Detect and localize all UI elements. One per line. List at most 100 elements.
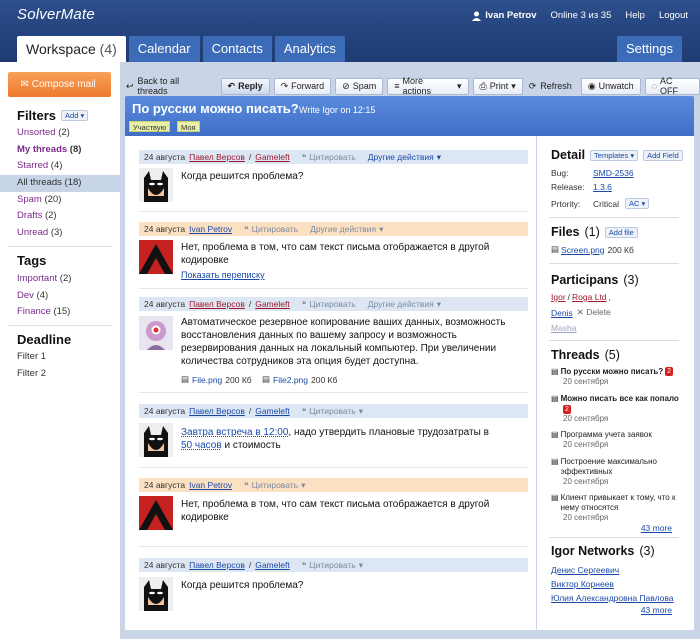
quote-button[interactable]: ❝ Цитировать <box>302 297 356 311</box>
participant-company-link[interactable]: Roga Ltd <box>572 292 607 302</box>
attachment[interactable]: ▤ File.png 200 Кб <box>181 374 252 385</box>
priority-ac-dropdown[interactable]: AC ▾ <box>624 198 650 209</box>
release-link[interactable]: 1.3.6 <box>593 182 612 192</box>
tag-important[interactable]: Important (2) <box>0 271 120 288</box>
network-person-link[interactable]: Юлия Александровна Павлова <box>551 593 674 603</box>
creature-avatar <box>139 316 173 350</box>
add-file-button[interactable]: Add file <box>604 226 638 238</box>
logout-link[interactable]: Logout <box>659 10 688 21</box>
tab-calendar[interactable]: Calendar <box>128 36 200 62</box>
participant-row: Denis ✕ Delete <box>551 307 611 318</box>
refresh-link[interactable]: ⟳ Refresh <box>529 81 572 92</box>
filter-drafts[interactable]: Drafts (2) <box>0 208 120 225</box>
reply-button[interactable]: ↶ Reply <box>220 77 270 95</box>
thread-item[interactable]: ▤ Программа учета заявок 20 сентября <box>551 430 679 450</box>
message-author-link[interactable]: Ivan Petrov <box>189 222 232 236</box>
network-person-link[interactable]: Денис Сергеевич <box>551 565 619 575</box>
bug-link[interactable]: SMD-2536 <box>593 168 634 178</box>
show-conversation-link[interactable]: Показать переписку <box>181 269 511 282</box>
participant-link[interactable]: Denis <box>551 308 573 318</box>
threads-more-link[interactable]: 43 more <box>641 523 672 533</box>
company-link[interactable]: Gameleft <box>255 150 290 164</box>
message-header: 24 августа Павел Версов / Gameleft ❝ Цитиро… <box>139 297 528 311</box>
attachment[interactable]: ▤ File2.png 200 Кб <box>262 374 337 385</box>
company-link[interactable]: Gameleft <box>255 404 290 418</box>
deadline-filter-2[interactable]: Filter 2 <box>0 366 120 383</box>
user-name: Ivan Petrov <box>485 10 537 21</box>
tag-dev[interactable]: Dev (4) <box>0 288 120 305</box>
message-author-link[interactable]: Павел Версов <box>189 297 245 311</box>
message-author-link[interactable]: Ivan Petrov <box>189 478 232 492</box>
other-actions-dropdown[interactable]: Другие действия ▾ <box>368 297 441 311</box>
add-field-button[interactable]: Add Field <box>643 149 683 161</box>
filter-unread[interactable]: Unread (3) <box>0 225 120 242</box>
participant-row: Igor / Roga Ltd, <box>551 292 611 302</box>
templates-dropdown[interactable]: Templates ▾ <box>590 149 639 161</box>
filter-spam[interactable]: Spam (20) <box>0 192 120 209</box>
tag-participating[interactable]: Участвую <box>129 121 171 132</box>
filter-starred[interactable]: Starred (4) <box>0 158 120 175</box>
file-icon: ▤ <box>551 244 560 254</box>
network-person-link[interactable]: Виктор Корнеев <box>551 579 614 589</box>
tab-settings[interactable]: Settings <box>617 36 682 62</box>
delete-participant-button[interactable]: ✕ Delete <box>577 307 611 318</box>
ac-off-button[interactable]: ◌ AC OFF <box>644 76 700 96</box>
spam-icon: ⊘ <box>342 80 350 91</box>
deadline-filter-1[interactable]: Filter 1 <box>0 349 120 366</box>
network-person: Юлия Александровна Павлова <box>551 593 674 603</box>
unwatch-button[interactable]: ◉ Unwatch <box>580 77 641 95</box>
compose-mail-button[interactable]: ✉ Compose mail <box>8 72 111 97</box>
bug-row: Bug: SMD-2536 <box>551 168 634 178</box>
quote-button[interactable]: ❝ Цитировать ▾ <box>302 558 363 572</box>
app-logo[interactable]: SolverMate <box>17 6 95 23</box>
more-actions-button[interactable]: ≡ More actions ▾ <box>387 76 469 96</box>
participant-link[interactable]: Igor <box>551 292 566 302</box>
divider <box>139 546 528 547</box>
filter-my-threads[interactable]: My threads (8) <box>0 142 120 159</box>
company-link[interactable]: Gameleft <box>255 297 290 311</box>
other-actions-dropdown[interactable]: Другие действия ▾ <box>368 150 441 164</box>
network-more-link[interactable]: 43 more <box>641 605 672 615</box>
quote-button[interactable]: ❝ Цитировать <box>302 150 356 164</box>
tag-mine[interactable]: Моя <box>177 121 200 132</box>
back-to-threads-link[interactable]: ↩ Back to all threads <box>126 76 212 96</box>
filter-unsorted[interactable]: Unsorted (2) <box>0 125 120 142</box>
message-author-link[interactable]: Павел Версов <box>189 150 245 164</box>
company-link[interactable]: Gameleft <box>255 558 290 572</box>
quote-button[interactable]: ❝ Цитировать ▾ <box>244 478 305 492</box>
thread-item[interactable]: ▤ Можно писать все как попало 2 20 сентября <box>551 394 679 424</box>
message-author-link[interactable]: Павел Версов <box>189 404 245 418</box>
spam-button[interactable]: ⊘ Spam <box>335 77 384 95</box>
network-person: Виктор Корнеев <box>551 579 614 589</box>
thread-title: По русски можно писать? <box>132 101 299 116</box>
hours-link[interactable]: 50 часов <box>181 440 222 451</box>
tag-finance[interactable]: Finance (15) <box>0 304 120 321</box>
quote-icon: ❝ <box>301 152 307 162</box>
online-status[interactable]: Online 3 из 35 <box>550 10 611 21</box>
thread-item[interactable]: ▤ Построение максимально эффективных 20 се… <box>551 457 679 487</box>
meeting-time-link[interactable]: Завтра встреча в 12:00 <box>181 427 288 438</box>
file-link[interactable]: Screen.png <box>561 245 604 255</box>
thread-item[interactable]: ▤ По русски можно писать? 2 20 сентября <box>551 367 679 387</box>
batman-avatar <box>139 577 173 611</box>
add-filter-button[interactable]: Add ▾ <box>61 110 89 121</box>
help-link[interactable]: Help <box>625 10 645 21</box>
quote-button[interactable]: ❝ Цитировать <box>244 222 298 236</box>
other-actions-dropdown[interactable]: Другие действия ▾ <box>310 222 383 236</box>
message-author-link[interactable]: Павел Версов <box>189 558 245 572</box>
user-menu[interactable]: Ivan Petrov <box>472 10 536 21</box>
tab-contacts[interactable]: Contacts <box>202 36 272 62</box>
print-button[interactable]: ⎙ Print ▾ <box>472 77 523 95</box>
divider <box>549 340 679 341</box>
tab-workspace[interactable]: Workspace (4) <box>17 36 126 62</box>
pattern-avatar <box>139 240 173 274</box>
tab-analytics[interactable]: Analytics <box>274 36 345 62</box>
filter-all-threads[interactable]: All threads (18) <box>0 175 120 192</box>
forward-button[interactable]: ↷ Forward <box>273 77 332 95</box>
participant-link[interactable]: Masha <box>551 323 577 333</box>
quote-button[interactable]: ❝ Цитировать ▾ <box>302 404 363 418</box>
thread-item[interactable]: ▤ Клиент привыкает к тому, что к нему отн… <box>551 493 679 523</box>
author-link[interactable]: Igor <box>322 105 338 115</box>
ac-icon: ◌ <box>651 81 658 91</box>
deadline-heading: Deadline <box>17 332 72 347</box>
